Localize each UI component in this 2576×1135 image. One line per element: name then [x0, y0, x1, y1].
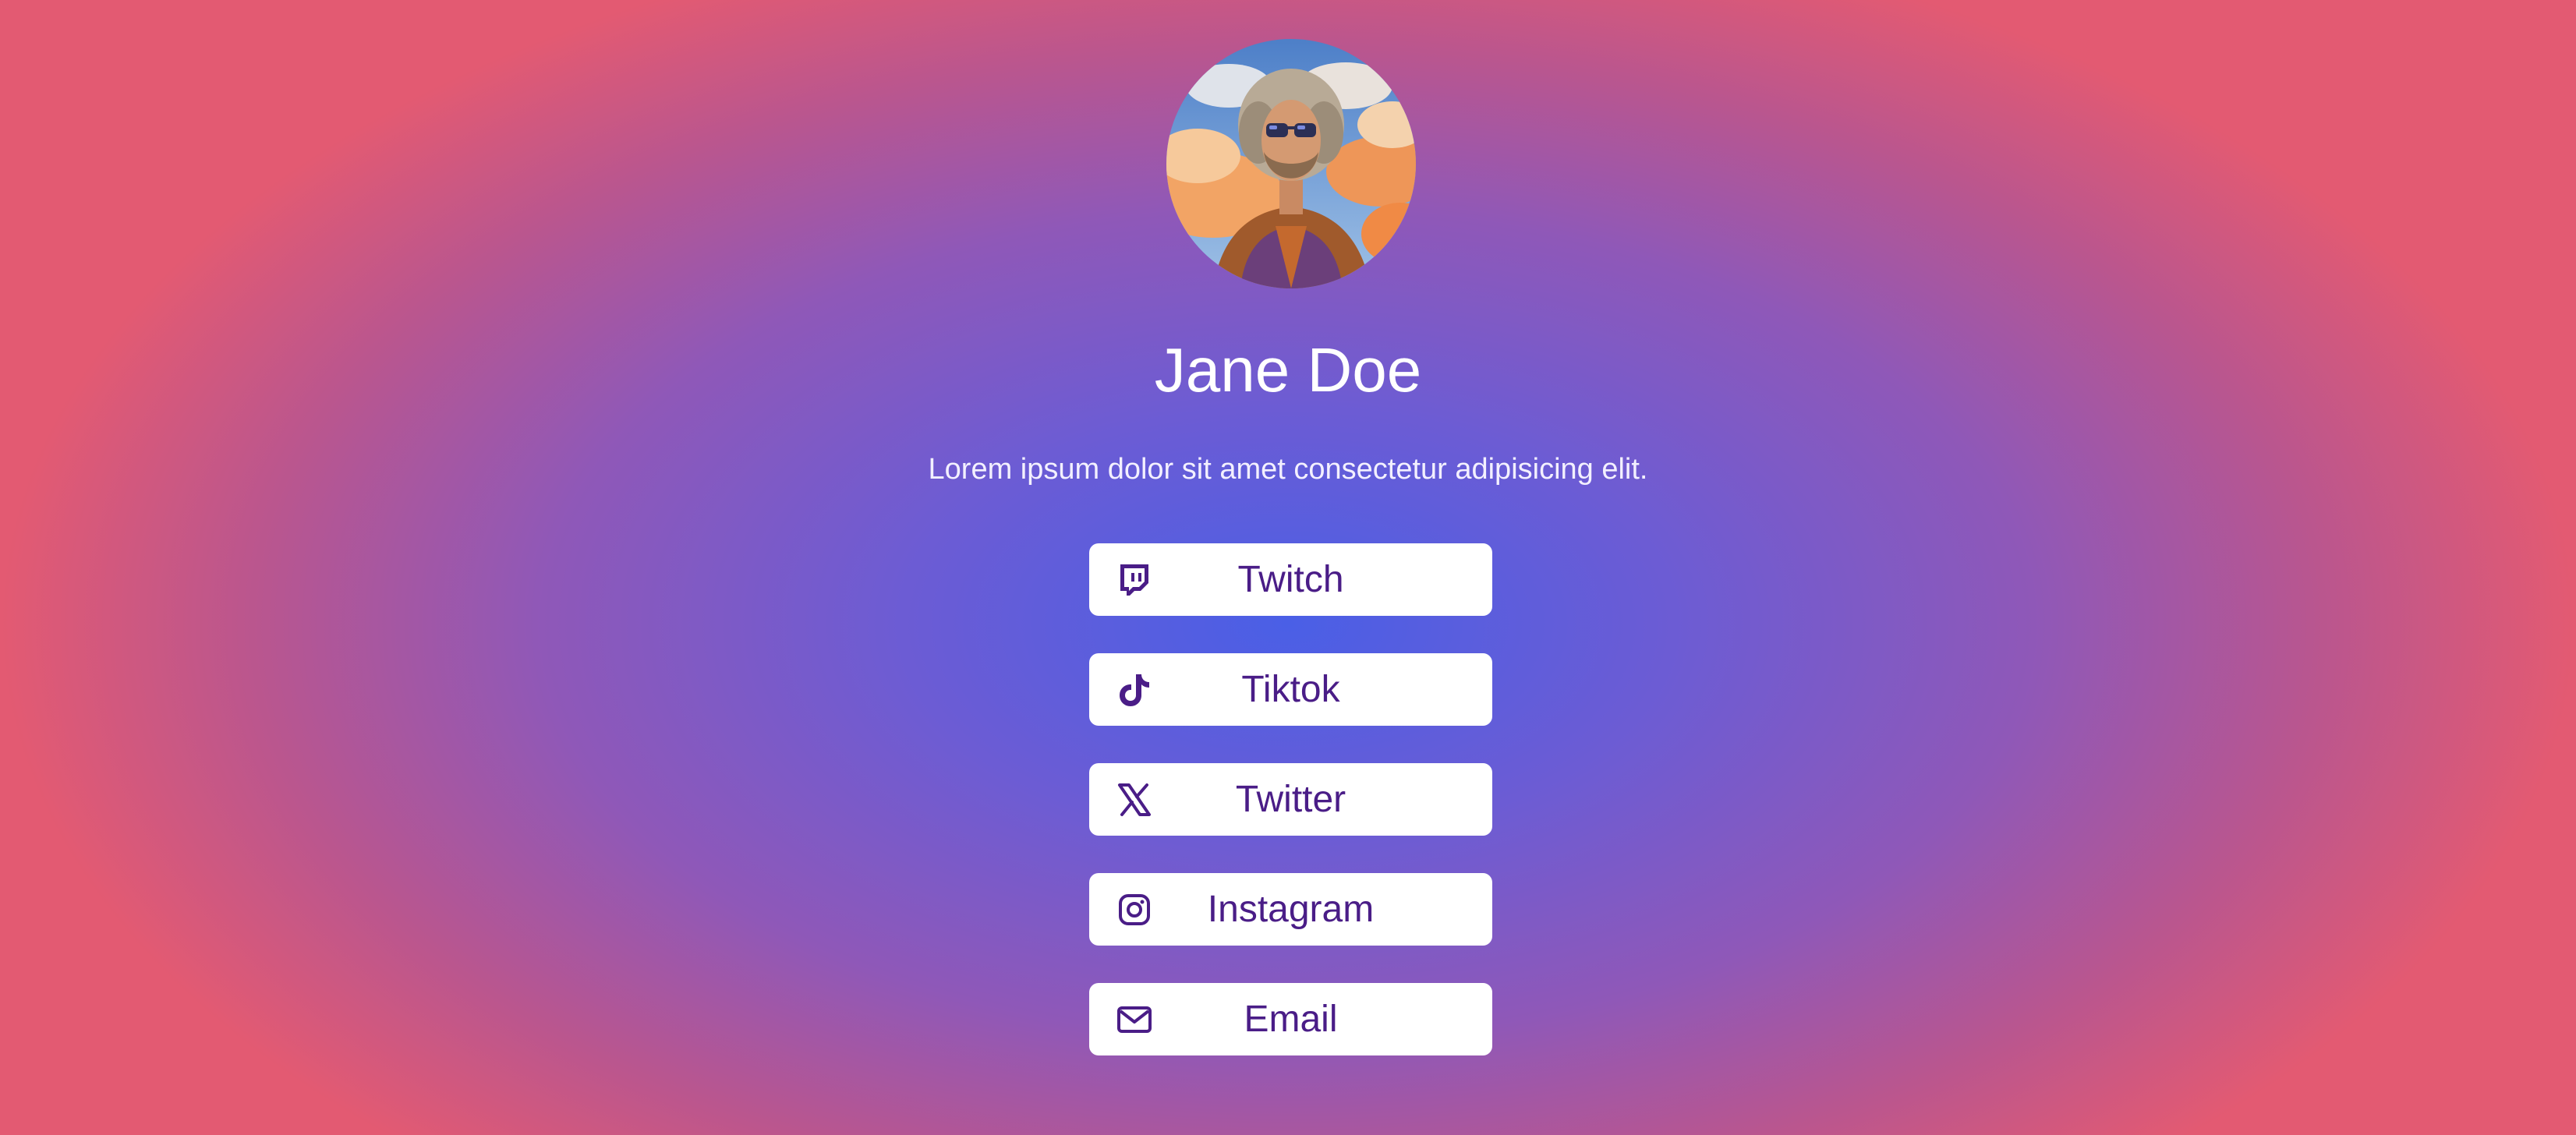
instagram-link-button[interactable]: Instagram [1089, 873, 1492, 946]
tiktok-link-label: Tiktok [1241, 669, 1340, 710]
email-link-label: Email [1244, 999, 1338, 1040]
profile-name: Jane Doe [1154, 335, 1422, 405]
instagram-link-label: Instagram [1207, 889, 1375, 930]
email-link-button[interactable]: Email [1089, 983, 1492, 1055]
avatar [1166, 39, 1416, 288]
profile-bio: Lorem ipsum dolor sit amet consectetur a… [928, 453, 1648, 486]
avatar-image [1166, 39, 1416, 288]
tiktok-link-button[interactable]: Tiktok [1089, 653, 1492, 726]
twitter-link-label: Twitter [1235, 779, 1346, 820]
link-list: Twitch Tiktok Twitter Instagram Email [1089, 543, 1492, 1093]
twitch-link-label: Twitch [1237, 559, 1344, 600]
twitter-link-button[interactable]: Twitter [1089, 763, 1492, 836]
twitch-link-button[interactable]: Twitch [1089, 543, 1492, 616]
link-page: Jane Doe Lorem ipsum dolor sit amet cons… [0, 0, 2576, 1135]
